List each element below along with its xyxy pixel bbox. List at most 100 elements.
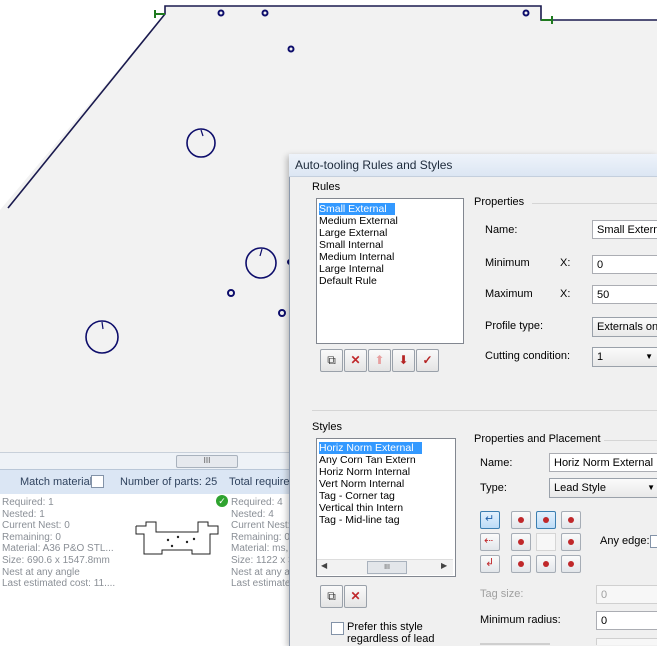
match-material-checkbox[interactable] xyxy=(91,475,104,488)
placement-lead-angled-button[interactable]: ⇠ xyxy=(480,533,500,551)
chevron-down-icon: ▼ xyxy=(647,483,655,492)
part-material: Material: A36 P&O STL... xyxy=(2,543,114,555)
cutting-condition-label: Cutting condition: xyxy=(485,350,570,362)
delete-x-icon: ✕ xyxy=(350,589,361,603)
placement-lead-corner-button[interactable]: ↲ xyxy=(480,555,500,573)
point-icon xyxy=(568,561,574,567)
any-edge-label: Any edge: xyxy=(600,535,650,547)
part-nest-angle: Nest at any a xyxy=(231,566,290,578)
checkmark-icon: ✓ xyxy=(422,353,433,367)
minimum-x-input[interactable]: 0 xyxy=(592,255,657,274)
min-radius-label: Minimum radius: xyxy=(480,614,561,626)
part-material: Material: ms, xyxy=(231,543,289,555)
style-type-select[interactable]: Lead Style ▼ xyxy=(549,478,657,498)
tag-size-input[interactable]: 0 xyxy=(596,585,657,604)
profile-type-label: Profile type: xyxy=(485,320,544,332)
rule-item[interactable]: Small External xyxy=(319,203,395,215)
style-type-label: Type: xyxy=(480,482,507,494)
style-item[interactable]: Horiz Norm Internal xyxy=(319,466,410,478)
rule-item[interactable]: Large External xyxy=(319,227,387,239)
rule-item[interactable]: Medium Internal xyxy=(319,251,394,263)
lead-left-icon: ⇠ xyxy=(484,535,494,547)
style-item[interactable]: Horiz Norm External xyxy=(319,442,422,454)
placement-middle-right-button[interactable] xyxy=(561,533,581,551)
copy-icon: ⧉ xyxy=(327,353,336,367)
point-icon xyxy=(518,561,524,567)
styles-group-label: Styles xyxy=(312,421,342,433)
styles-horizontal-scrollbar[interactable]: ◀ III ▶ xyxy=(317,559,453,575)
minimum-x-label: X: xyxy=(560,257,571,269)
part-card-1[interactable]: Required: 1 Nested: 1 Current Nest: 0 Re… xyxy=(2,497,115,590)
placement-bottom-left-button[interactable] xyxy=(511,555,531,573)
rules-list[interactable]: Small External Medium External Large Ext… xyxy=(316,198,464,344)
prefer-style-label: Prefer this style xyxy=(347,621,423,633)
rules-divider xyxy=(312,410,657,411)
prefer-style-checkbox[interactable] xyxy=(331,622,344,635)
styles-scroll-thumb[interactable]: III xyxy=(367,561,407,574)
style-name-label: Name: xyxy=(480,457,513,469)
profile-type-select[interactable]: Externals onl xyxy=(592,317,657,337)
placement-bottom-center-button[interactable] xyxy=(536,555,556,573)
tag-size-label: Tag size: xyxy=(480,588,524,600)
maximum-x-input[interactable]: 50 xyxy=(592,285,657,304)
any-edge-checkbox[interactable] xyxy=(650,535,657,548)
copy-icon: ⧉ xyxy=(327,589,336,603)
copy-style-button[interactable]: ⧉ xyxy=(320,585,343,608)
style-name-input[interactable]: Horiz Norm External xyxy=(549,453,657,472)
point-icon xyxy=(518,539,524,545)
placement-bottom-right-button[interactable] xyxy=(561,555,581,573)
part-thumbnail xyxy=(135,521,219,555)
part-nested: Nested: 4 xyxy=(231,508,274,520)
properties-group-label: Properties xyxy=(474,196,525,208)
scroll-left-icon[interactable]: ◀ xyxy=(321,561,327,570)
style-item[interactable]: Vertical thin Intern xyxy=(319,502,403,514)
maximum-label: Maximum xyxy=(485,288,533,300)
rule-name-label: Name: xyxy=(485,224,518,236)
placement-lead-horizontal-button[interactable]: ↵ xyxy=(480,511,500,529)
placement-top-center-button[interactable] xyxy=(536,511,556,529)
part-required: Required: 4 xyxy=(231,497,283,508)
arrow-down-icon: ⬇ xyxy=(398,353,409,367)
canvas-scroll-thumb[interactable]: III xyxy=(176,455,238,468)
cutting-condition-value: 1 xyxy=(597,351,604,363)
dialog-title: Auto-tooling Rules and Styles xyxy=(295,158,453,172)
part-card-2[interactable]: Required: 4 Nested: 4 Current Nest: Rema… xyxy=(231,497,294,590)
placement-top-right-button[interactable] xyxy=(561,511,581,529)
delete-style-button[interactable]: ✕ xyxy=(344,585,367,608)
cutting-condition-select[interactable]: 1 ▼ xyxy=(592,347,657,367)
rule-item[interactable]: Medium External xyxy=(319,215,398,227)
placement-middle-left-button[interactable] xyxy=(511,533,531,551)
rule-item[interactable]: Default Rule xyxy=(319,275,377,287)
lead-corner-icon: ↲ xyxy=(485,557,495,569)
delete-rule-button[interactable]: ✕ xyxy=(344,349,367,372)
arrow-up-icon: ⬆ xyxy=(374,353,385,367)
style-item[interactable]: Any Corn Tan Extern xyxy=(319,454,416,466)
apply-rule-button[interactable]: ✓ xyxy=(416,349,439,372)
lead-arrow-icon: ↵ xyxy=(485,513,495,525)
part-size: Size: 690.6 x 1547.8mm xyxy=(2,554,110,566)
placement-center-empty xyxy=(536,533,556,551)
rule-item[interactable]: Large Internal xyxy=(319,263,384,275)
styles-list[interactable]: Horiz Norm External Any Corn Tan Extern … xyxy=(316,438,456,577)
rule-item[interactable]: Small Internal xyxy=(319,239,383,251)
move-rule-up-button[interactable]: ⬆ xyxy=(368,349,391,372)
style-item[interactable]: Tag - Corner tag xyxy=(319,490,395,502)
placement-group-label: Properties and Placement xyxy=(474,433,601,445)
style-item[interactable]: Vert Norm Internal xyxy=(319,478,404,490)
number-of-parts: Number of parts: 25 xyxy=(120,476,218,488)
placement-top-left-button[interactable] xyxy=(511,511,531,529)
scroll-right-icon[interactable]: ▶ xyxy=(441,561,447,570)
dialog-title-bar[interactable]: Auto-tooling Rules and Styles xyxy=(289,154,657,177)
point-icon xyxy=(568,517,574,523)
min-radius-input[interactable]: 0 xyxy=(596,611,657,630)
match-material-label: Match material: xyxy=(20,476,96,488)
part-nested: Nested: 1 xyxy=(2,508,45,520)
nested-ok-icon: ✓ xyxy=(216,495,228,507)
part-nest-angle: Nest at any angle xyxy=(2,566,80,578)
minimum-label: Minimum xyxy=(485,257,530,269)
chevron-down-icon: ▼ xyxy=(645,352,653,361)
copy-rule-button[interactable]: ⧉ xyxy=(320,349,343,372)
move-rule-down-button[interactable]: ⬇ xyxy=(392,349,415,372)
style-item[interactable]: Tag - Mid-line tag xyxy=(319,514,400,526)
rule-name-input[interactable]: Small Externa xyxy=(592,220,657,239)
